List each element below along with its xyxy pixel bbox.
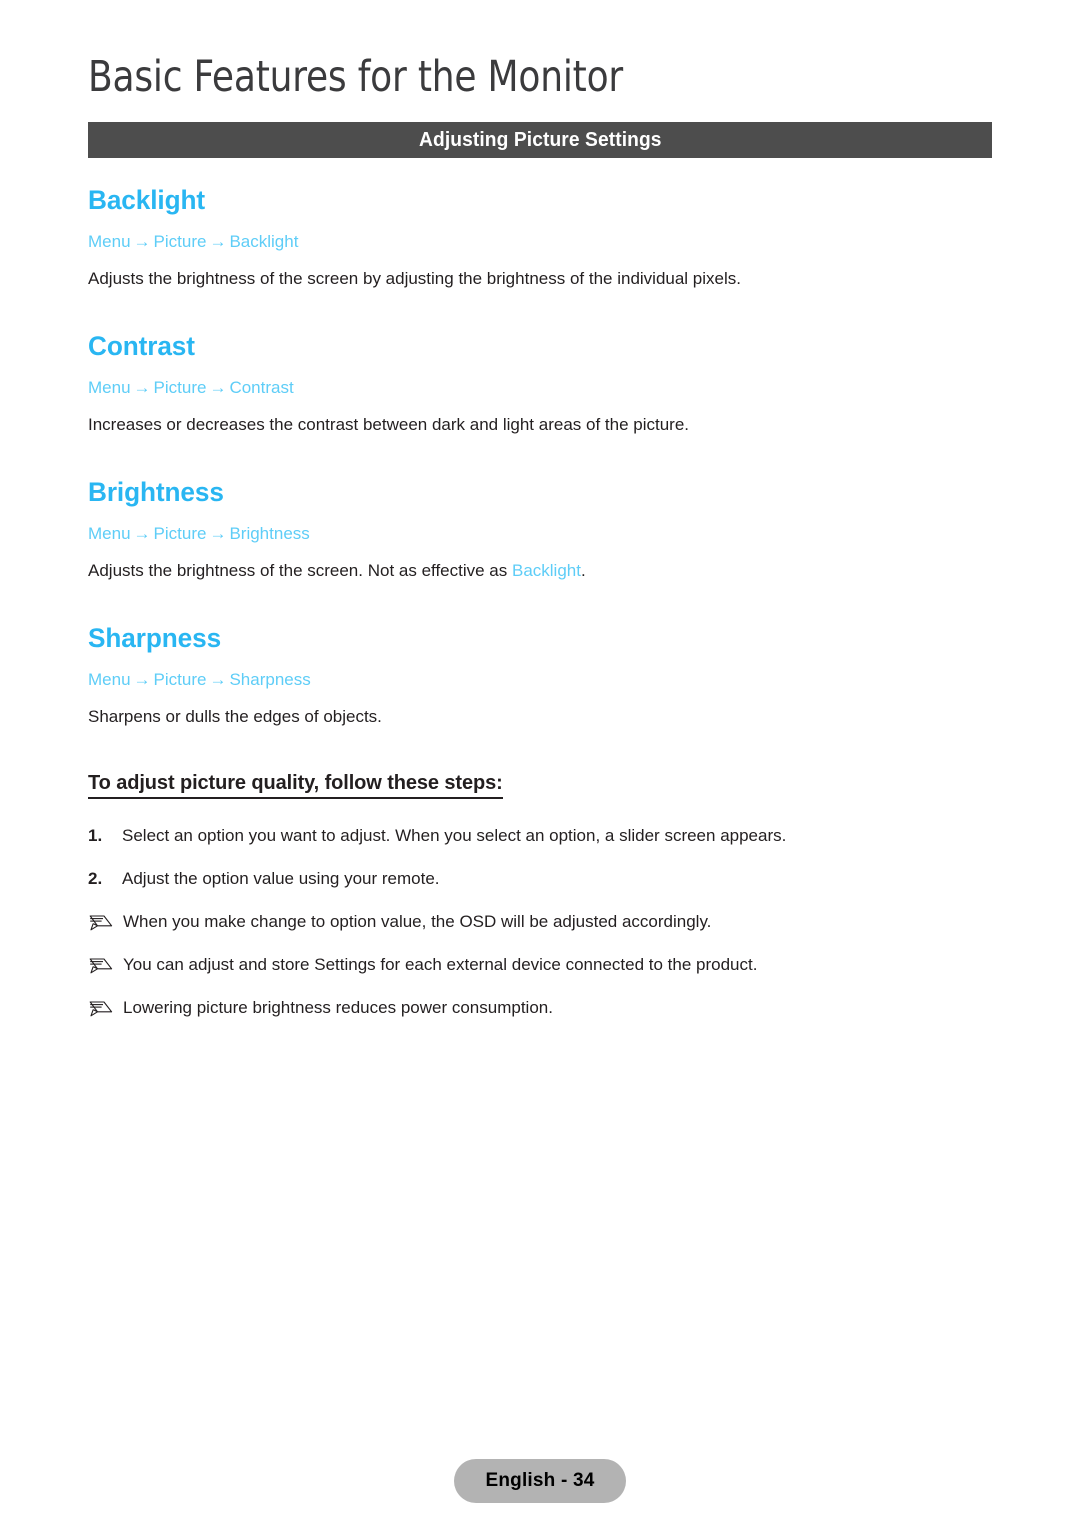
breadcrumb-brightness: Menu → Picture → Brightness <box>88 524 998 544</box>
step-text: Select an option you want to adjust. Whe… <box>122 826 787 846</box>
section-description-brightness: Adjusts the brightness of the screen. No… <box>88 560 998 583</box>
description-suffix: . <box>580 561 586 581</box>
step-item: 2. Adjust the option value using your re… <box>88 868 998 890</box>
section-heading-contrast: Contrast <box>88 331 195 362</box>
breadcrumb-item-target[interactable]: Sharpness <box>229 670 310 689</box>
step-item: 1. Select an option you want to adjust. … <box>88 825 998 847</box>
breadcrumb-item-picture[interactable]: Picture <box>154 524 207 543</box>
section-brightness: Brightness Menu → Picture → Brightness Adjus… <box>88 477 998 583</box>
steps-list: 1. Select an option you want to adjust. … <box>88 825 998 890</box>
notes-list: When you make change to option value, th… <box>88 911 998 1019</box>
pencil-note-icon <box>88 956 123 976</box>
breadcrumb-item-target[interactable]: Backlight <box>229 232 298 251</box>
breadcrumb-arrow-icon: → <box>133 523 151 543</box>
breadcrumb-arrow-icon: → <box>133 377 151 397</box>
page-number-badge: English - 34 <box>454 1459 626 1503</box>
breadcrumb-item-target[interactable]: Brightness <box>229 524 309 543</box>
breadcrumb-contrast: Menu → Picture → Contrast <box>88 378 998 398</box>
breadcrumb-arrow-icon: → <box>209 669 227 689</box>
breadcrumb-arrow-icon: → <box>133 231 151 251</box>
section-contrast: Contrast Menu → Picture → Contrast Increases… <box>88 331 998 437</box>
breadcrumb-item-target[interactable]: Contrast <box>229 378 293 397</box>
breadcrumb-arrow-icon: → <box>209 231 227 251</box>
note-text: When you make change to option value, th… <box>123 912 712 932</box>
breadcrumb-item-menu[interactable]: Menu <box>88 670 131 689</box>
breadcrumb-item-menu[interactable]: Menu <box>88 378 131 397</box>
section-heading-brightness: Brightness <box>88 477 224 508</box>
note-text: Lowering picture brightness reduces powe… <box>123 998 553 1018</box>
page-title: Basic Features for the Monitor <box>88 52 623 102</box>
section-heading-sharpness: Sharpness <box>88 623 222 654</box>
page-footer: English - 34 <box>0 1459 1080 1503</box>
step-number: 1. <box>88 826 103 846</box>
breadcrumb-item-picture[interactable]: Picture <box>154 670 207 689</box>
section-description-contrast: Increases or decreases the contrast betw… <box>88 415 690 435</box>
note-item: Lowering picture brightness reduces powe… <box>88 997 998 1019</box>
section-header-bar: Adjusting Picture Settings <box>88 122 992 158</box>
note-item: When you make change to option value, th… <box>88 911 998 933</box>
section-backlight: Backlight Menu → Picture → Backlight Adjusts… <box>88 185 998 291</box>
breadcrumb-backlight: Menu → Picture → Backlight <box>88 232 998 252</box>
step-text: Adjust the option value using your remot… <box>122 869 440 889</box>
steps-section: To adjust picture quality, follow these … <box>88 771 998 1019</box>
document-page: Basic Features for the Monitor Adjusting… <box>0 0 1080 1534</box>
section-description-backlight: Adjusts the brightness of the screen by … <box>88 269 741 289</box>
note-item: You can adjust and store Settings for ea… <box>88 954 998 976</box>
pencil-note-icon <box>88 999 123 1019</box>
section-description-sharpness: Sharpens or dulls the edges of objects. <box>88 707 382 727</box>
breadcrumb-sharpness: Menu → Picture → Sharpness <box>88 670 998 690</box>
section-header-label: Adjusting Picture Settings <box>418 128 662 151</box>
breadcrumb-item-menu[interactable]: Menu <box>88 524 131 543</box>
pencil-note-icon <box>88 913 123 933</box>
breadcrumb-arrow-icon: → <box>133 669 151 689</box>
step-number: 2. <box>88 869 103 889</box>
breadcrumb-item-picture[interactable]: Picture <box>154 232 207 251</box>
note-text: You can adjust and store Settings for ea… <box>123 955 758 975</box>
description-prefix: Adjusts the brightness of the screen. No… <box>88 561 512 581</box>
breadcrumb-item-picture[interactable]: Picture <box>154 378 207 397</box>
breadcrumb-arrow-icon: → <box>209 377 227 397</box>
document-content: Backlight Menu → Picture → Backlight Adjusts… <box>88 185 998 1041</box>
inline-link-backlight[interactable]: Backlight <box>512 561 581 580</box>
section-heading-backlight: Backlight <box>88 185 206 215</box>
breadcrumb-arrow-icon: → <box>209 523 227 543</box>
breadcrumb-item-menu[interactable]: Menu <box>88 232 131 251</box>
steps-heading: To adjust picture quality, follow these … <box>88 771 503 800</box>
section-sharpness: Sharpness Menu → Picture → Sharpness Sharpen… <box>88 623 998 729</box>
